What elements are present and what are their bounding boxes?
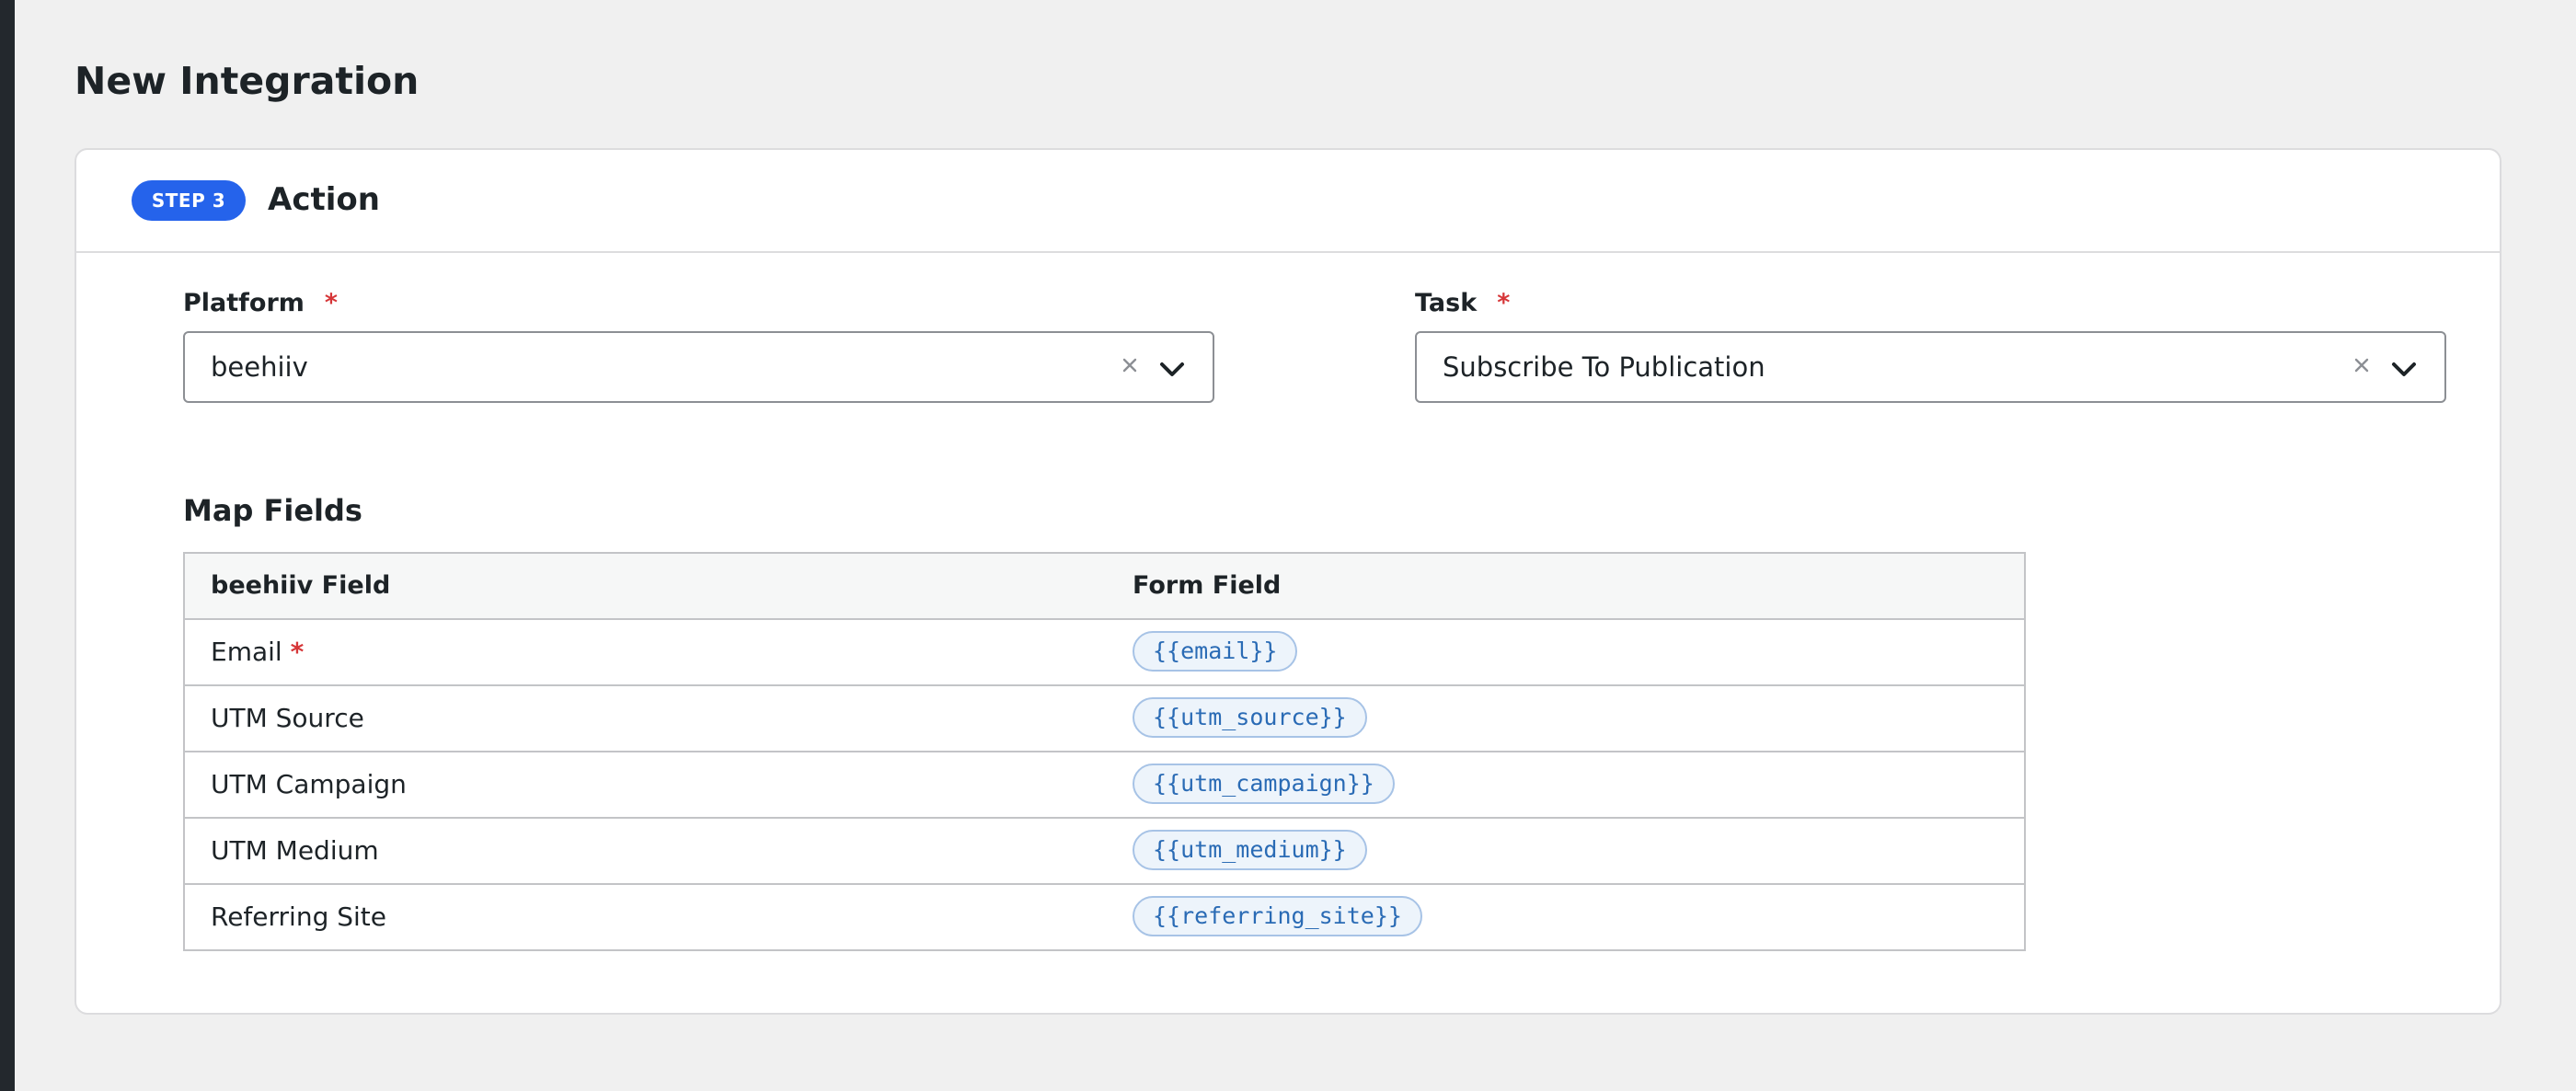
platform-label: Platform * (183, 285, 338, 322)
table-row: UTM Campaign {{utm_campaign}} (185, 752, 2024, 819)
field-label-utm-medium: UTM Medium (211, 835, 379, 866)
task-label-text: Task (1415, 289, 1478, 317)
field-label-utm-source: UTM Source (211, 703, 364, 733)
table-row: Email * {{email}} (185, 620, 2024, 686)
field-label-utm-campaign: UTM Campaign (211, 769, 407, 799)
task-label: Task * (1415, 285, 1510, 322)
table-row: UTM Source {{utm_source}} (185, 686, 2024, 752)
column-header-beehiiv-field: beehiiv Field (211, 571, 391, 600)
merge-tag-token[interactable]: {{utm_campaign}} (1133, 764, 1395, 804)
step-badge: STEP 3 (132, 180, 246, 221)
map-fields-title: Map Fields (183, 493, 362, 528)
task-required-mark: * (1497, 289, 1511, 317)
merge-tag-token[interactable]: {{email}} (1133, 631, 1298, 672)
platform-select-value: beehiiv (211, 351, 308, 383)
table-row: Referring Site {{referring_site}} (185, 885, 2024, 949)
column-header-form-field: Form Field (1133, 571, 1282, 600)
field-name: Email * (211, 620, 304, 684)
merge-tag-token[interactable]: {{utm_medium}} (1133, 830, 1367, 870)
chevron-down-icon[interactable] (2388, 353, 2420, 385)
close-icon[interactable] (2346, 350, 2377, 381)
task-select[interactable]: Subscribe To Publication (1415, 331, 2446, 403)
field-required-mark: * (290, 637, 305, 667)
table-row: UTM Medium {{utm_medium}} (185, 819, 2024, 885)
map-fields-table: beehiiv Field Form Field Email * {{email… (183, 552, 2026, 951)
admin-sidebar-edge (0, 0, 15, 1091)
chevron-down-icon[interactable] (1156, 353, 1188, 385)
page-title: New Integration (75, 59, 420, 103)
field-label-referring-site: Referring Site (211, 902, 386, 932)
step-title: Action (268, 181, 380, 218)
platform-required-mark: * (324, 289, 339, 317)
platform-label-text: Platform (183, 289, 305, 317)
platform-select[interactable]: beehiiv (183, 331, 1214, 403)
merge-tag-token[interactable]: {{utm_source}} (1133, 697, 1367, 738)
table-header-row: beehiiv Field Form Field (185, 554, 2024, 620)
field-label-email: Email (211, 637, 282, 667)
task-select-value: Subscribe To Publication (1443, 351, 1765, 383)
step-header: STEP 3 Action (76, 150, 2500, 253)
close-icon[interactable] (1114, 350, 1145, 381)
merge-tag-token[interactable]: {{referring_site}} (1133, 896, 1422, 936)
